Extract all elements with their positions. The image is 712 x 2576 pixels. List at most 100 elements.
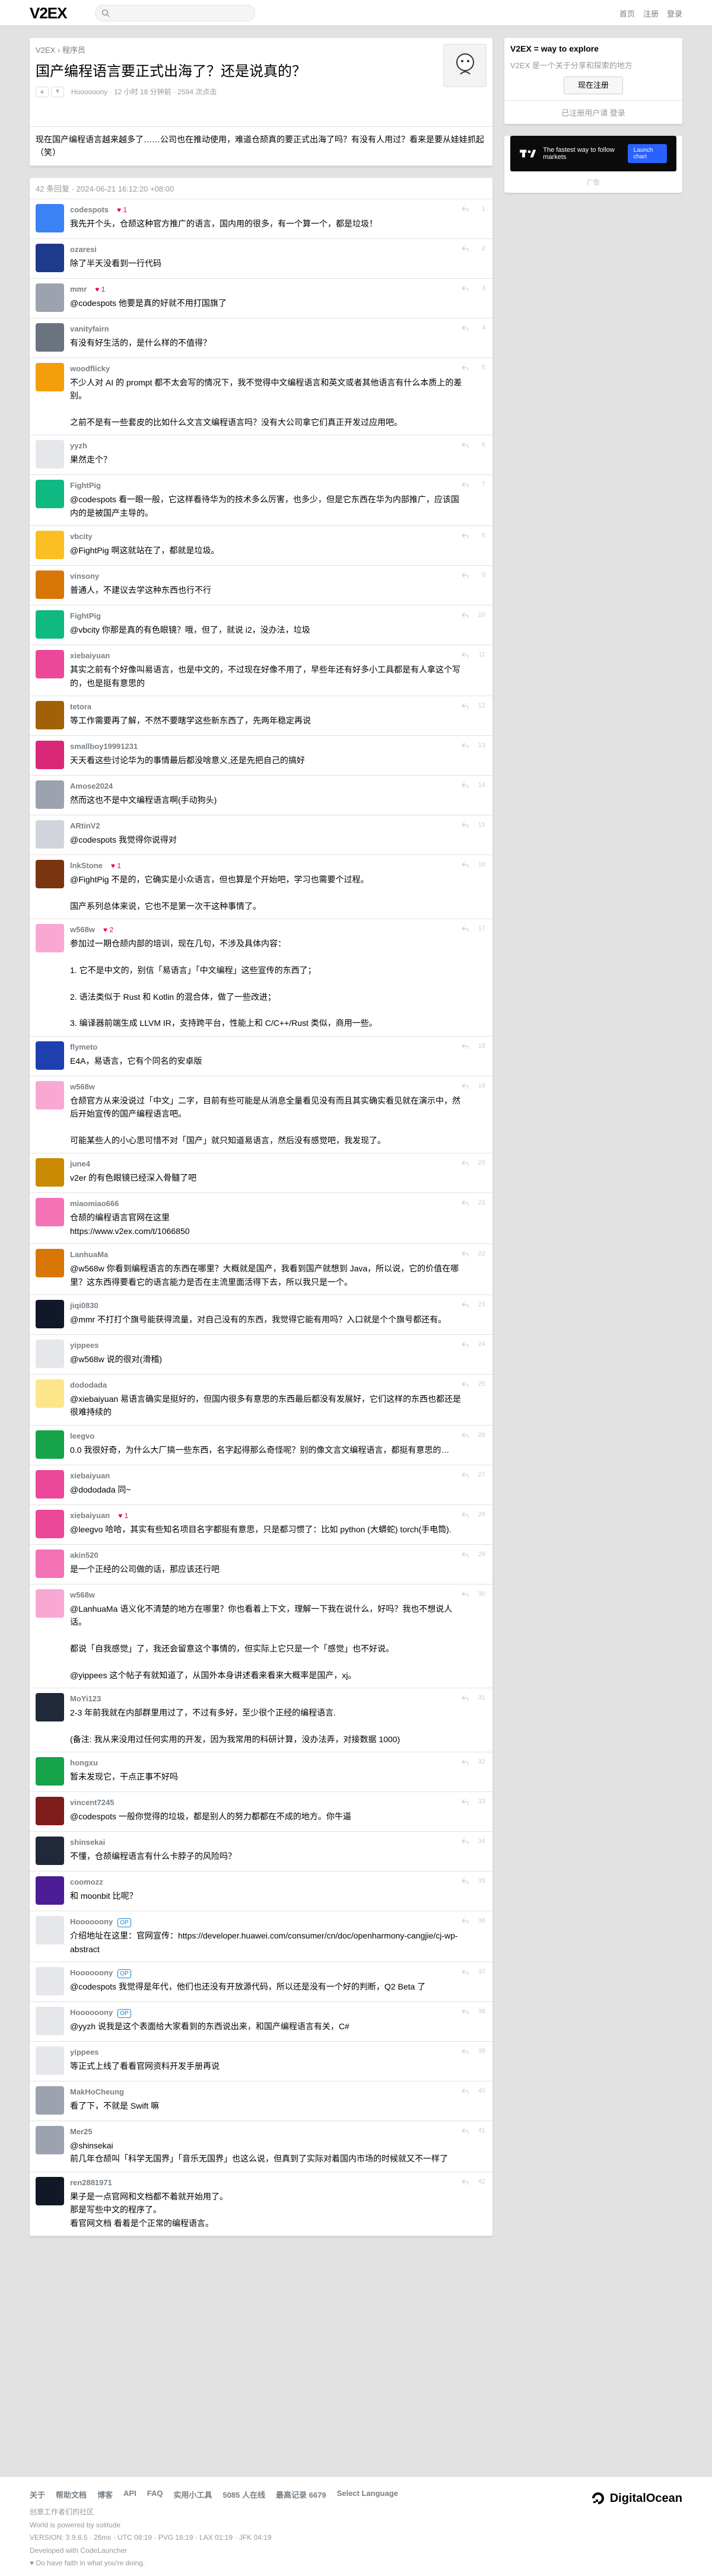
breadcrumb-node[interactable]: 程序员 [62, 46, 85, 55]
reply-username[interactable]: Mer25 [70, 2127, 93, 2136]
reply-avatar[interactable] [36, 1299, 64, 1328]
reply-avatar[interactable] [36, 1549, 64, 1578]
reply-icon[interactable] [462, 1694, 469, 1701]
reply-username[interactable]: ARtinV2 [70, 821, 100, 830]
reply-username[interactable]: akin520 [70, 1551, 98, 1560]
reply-icon[interactable] [462, 2087, 469, 2094]
reply-icon[interactable] [462, 1798, 469, 1805]
footer-link[interactable]: Select Language [337, 2489, 398, 2500]
reply-icon[interactable] [462, 1159, 469, 1166]
reply-avatar[interactable] [36, 2176, 64, 2205]
reply-avatar[interactable] [36, 780, 64, 809]
reply-icon[interactable] [462, 611, 469, 619]
reply-icon[interactable] [462, 1968, 469, 1975]
reply-username[interactable]: lnkStone [70, 861, 103, 870]
signin-hint[interactable]: 已注册用户请 登录 [504, 100, 682, 124]
reply-icon[interactable] [462, 2048, 469, 2055]
upvote-icon[interactable]: ▲ [36, 87, 49, 98]
reply-icon[interactable] [462, 1432, 469, 1439]
reply-icon[interactable] [462, 324, 469, 331]
reply-username[interactable]: smallboy19991231 [70, 742, 138, 751]
reply-avatar[interactable] [36, 1509, 64, 1538]
reply-icon[interactable] [462, 651, 469, 658]
reply-icon[interactable] [462, 1917, 469, 1924]
reply-icon[interactable] [462, 2008, 469, 2015]
reply-avatar[interactable] [36, 1249, 64, 1278]
reply-icon[interactable] [462, 441, 469, 448]
reply-avatar[interactable] [36, 1379, 64, 1408]
reply-username[interactable]: FightPig [70, 611, 101, 620]
reply-avatar[interactable] [36, 2126, 64, 2155]
ad-button[interactable]: Launch chart [627, 144, 667, 163]
reply-icon[interactable] [462, 1511, 469, 1518]
reply-username[interactable]: jiqi0830 [70, 1301, 98, 1310]
reply-username[interactable]: vinsony [70, 572, 99, 581]
digitalocean-logo[interactable]: DigitalOcean [591, 2491, 682, 2505]
reply-avatar[interactable] [36, 2086, 64, 2115]
reply-icon[interactable] [462, 205, 469, 212]
reply-username[interactable]: w568w [70, 925, 95, 934]
reply-avatar[interactable] [36, 1967, 64, 1996]
reply-avatar[interactable] [36, 362, 64, 391]
reply-icon[interactable] [462, 285, 469, 292]
reply-icon[interactable] [462, 861, 469, 868]
reply-avatar[interactable] [36, 740, 64, 769]
reply-avatar[interactable] [36, 1469, 64, 1499]
reply-username[interactable]: Hoooooony [70, 1968, 113, 1977]
reply-avatar[interactable] [36, 650, 64, 679]
reply-icon[interactable] [462, 782, 469, 789]
reply-username[interactable]: vincent7245 [70, 1798, 114, 1807]
reply-icon[interactable] [462, 1551, 469, 1558]
reply-icon[interactable] [462, 925, 469, 932]
search-input[interactable] [95, 5, 255, 21]
reply-avatar[interactable] [36, 570, 64, 600]
reply-icon[interactable] [462, 1301, 469, 1308]
reply-icon[interactable] [462, 245, 469, 252]
reply-username[interactable]: xiebaiyuan [70, 1471, 110, 1480]
nav-signup-link[interactable]: 注册 [643, 8, 659, 19]
reply-avatar[interactable] [36, 480, 64, 509]
reply-avatar[interactable] [36, 1837, 64, 1866]
reply-icon[interactable] [462, 821, 469, 828]
reply-username[interactable]: yyzh [70, 441, 87, 450]
reply-username[interactable]: xiebaiyuan [70, 1511, 110, 1520]
reply-username[interactable]: flymeto [70, 1042, 97, 1051]
reply-username[interactable]: coomozz [70, 1877, 103, 1886]
reply-username[interactable]: tetora [70, 702, 91, 711]
reply-icon[interactable] [462, 1199, 469, 1206]
footer-link[interactable]: FAQ [147, 2489, 163, 2500]
reply-avatar[interactable] [36, 1041, 64, 1070]
site-logo[interactable]: V2EX [30, 4, 95, 23]
reply-icon[interactable] [462, 742, 469, 749]
reply-avatar[interactable] [36, 323, 64, 352]
reply-icon[interactable] [462, 1838, 469, 1845]
reply-username[interactable]: hongxu [70, 1758, 98, 1767]
reply-username[interactable]: w568w [70, 1082, 95, 1091]
footer-link[interactable]: 5085 人在线 [223, 2489, 265, 2500]
reply-icon[interactable] [462, 2127, 469, 2134]
reply-icon[interactable] [462, 702, 469, 709]
reply-avatar[interactable] [36, 1198, 64, 1227]
reply-username[interactable]: MakHoCheung [70, 2087, 124, 2096]
reply-username[interactable]: yippees [70, 2048, 98, 2057]
reply-username[interactable]: ozaresi [70, 245, 97, 254]
reply-icon[interactable] [462, 1082, 469, 1089]
reply-icon[interactable] [462, 1758, 469, 1765]
reply-username[interactable]: mmr [70, 285, 87, 294]
reply-username[interactable]: leegvo [70, 1432, 94, 1440]
footer-link[interactable]: 博客 [97, 2489, 113, 2500]
reply-icon[interactable] [462, 1042, 469, 1050]
reply-icon[interactable] [462, 481, 469, 488]
reply-avatar[interactable] [36, 440, 64, 469]
reply-username[interactable]: Hoooooony [70, 2008, 113, 2017]
reply-avatar[interactable] [36, 283, 64, 312]
ad-banner[interactable]: The fastest way to follow markets Launch… [510, 136, 676, 171]
reply-avatar[interactable] [36, 1876, 64, 1905]
reply-avatar[interactable] [36, 700, 64, 729]
reply-username[interactable]: shinsekai [70, 1838, 105, 1847]
reply-avatar[interactable] [36, 1158, 64, 1187]
reply-icon[interactable] [462, 1250, 469, 1257]
reply-avatar[interactable] [36, 1916, 64, 1945]
reply-username[interactable]: Hoooooony [70, 1917, 113, 1926]
reply-username[interactable]: dododada [70, 1381, 107, 1389]
